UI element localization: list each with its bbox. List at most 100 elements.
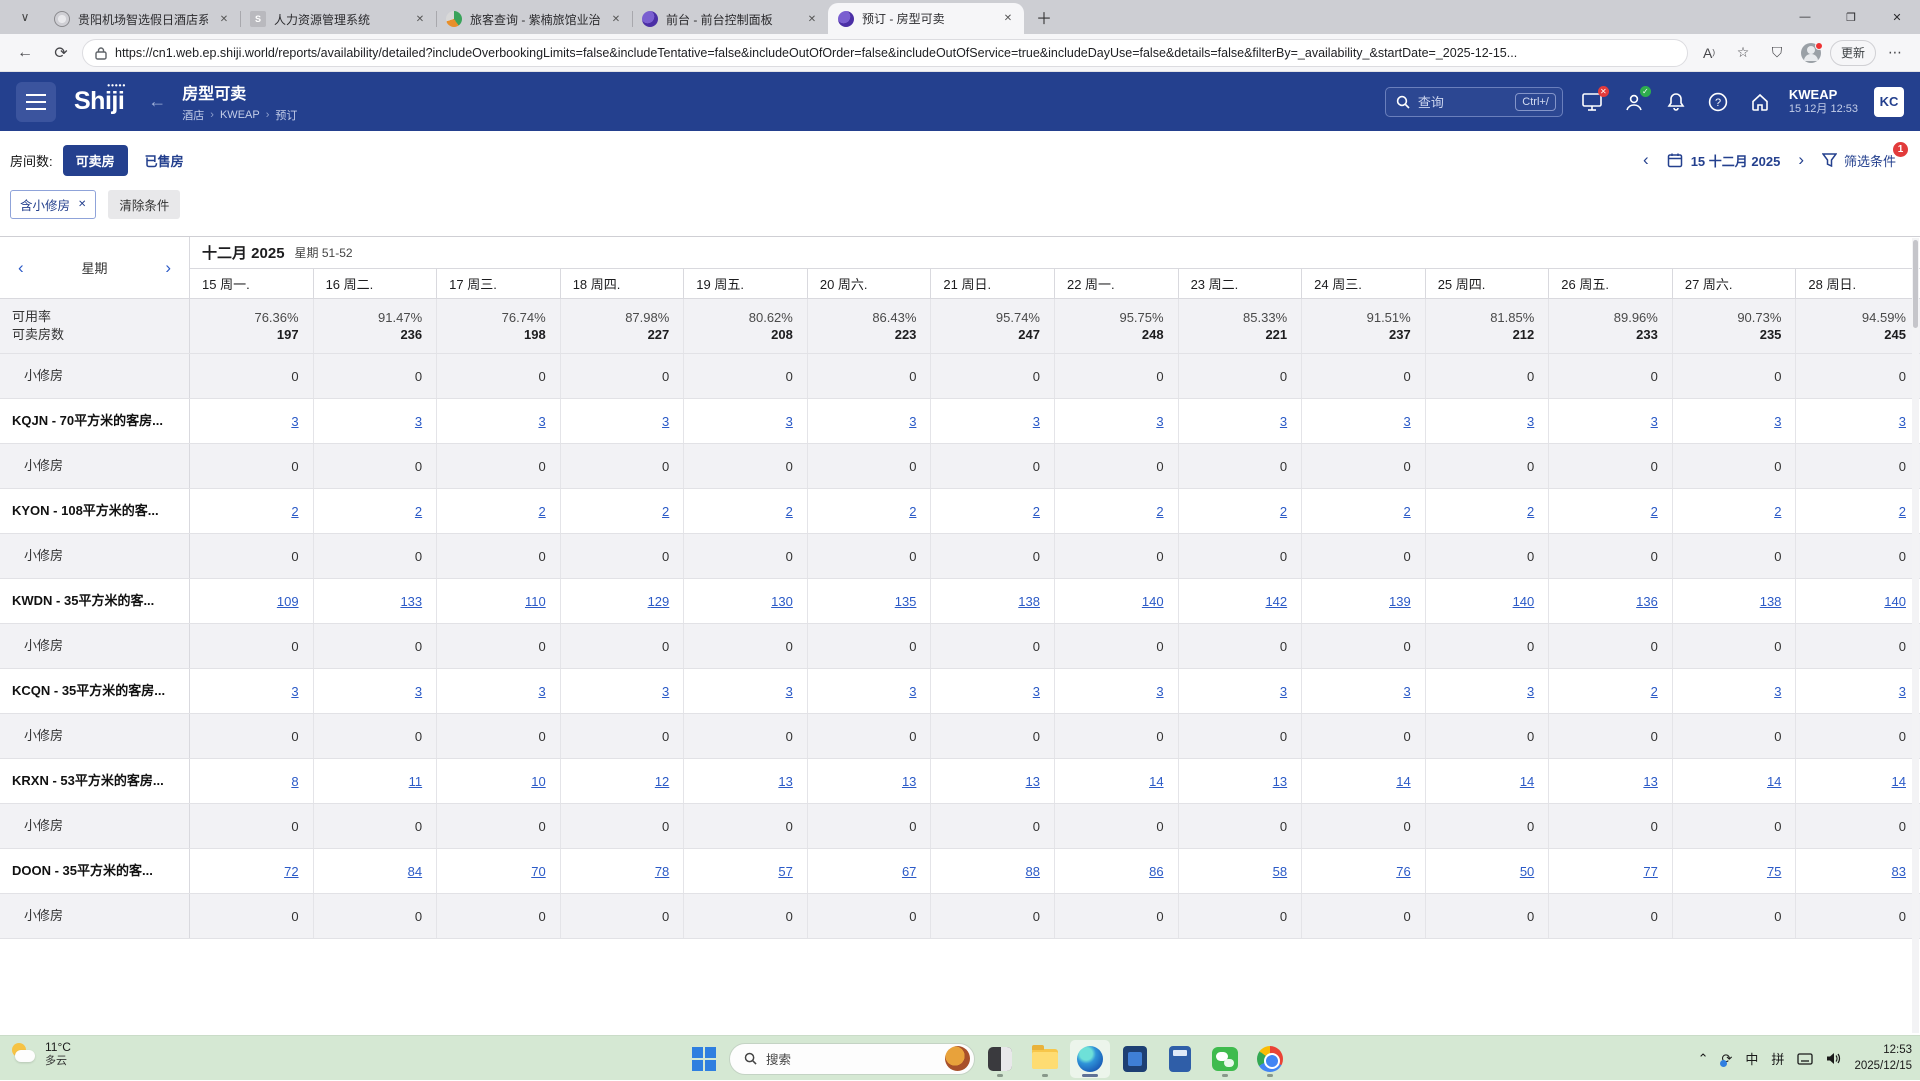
room-availability-link[interactable]: 13 [778, 774, 792, 789]
remove-chip-icon[interactable]: ✕ [78, 199, 86, 210]
tab-close-icon[interactable] [804, 11, 820, 27]
room-availability-link[interactable]: 2 [538, 504, 545, 519]
room-availability-link[interactable]: 14 [1520, 774, 1534, 789]
home-button[interactable] [1747, 89, 1773, 115]
room-availability-link[interactable]: 3 [1156, 414, 1163, 429]
room-availability-link[interactable]: 3 [786, 684, 793, 699]
browser-tab-4[interactable]: 前台 - 前台控制面板 [632, 4, 828, 34]
room-availability-link[interactable]: 136 [1636, 594, 1658, 609]
room-availability-link[interactable]: 138 [1018, 594, 1040, 609]
edge-browser-button[interactable] [1070, 1040, 1110, 1078]
cashier-session-button[interactable]: ✓ [1621, 89, 1647, 115]
browser-tab-2[interactable]: S 人力资源管理系统 [240, 4, 436, 34]
room-availability-link[interactable]: 140 [1884, 594, 1906, 609]
room-availability-link[interactable]: 3 [1156, 684, 1163, 699]
room-availability-link[interactable]: 67 [902, 864, 916, 879]
favorite-star-icon[interactable]: ☆ [1728, 39, 1758, 67]
new-tab-button[interactable]: ＋ [1030, 3, 1058, 31]
minimize-button[interactable]: — [1782, 0, 1828, 34]
room-availability-link[interactable]: 3 [1280, 414, 1287, 429]
room-availability-link[interactable]: 3 [1403, 414, 1410, 429]
room-availability-link[interactable]: 3 [538, 684, 545, 699]
clear-filters-chip[interactable]: 清除条件 [108, 190, 180, 219]
room-availability-link[interactable]: 3 [1527, 414, 1534, 429]
room-availability-link[interactable]: 84 [408, 864, 422, 879]
room-availability-link[interactable]: 77 [1643, 864, 1657, 879]
room-availability-link[interactable]: 3 [291, 414, 298, 429]
room-availability-link[interactable]: 72 [284, 864, 298, 879]
more-menu-icon[interactable]: ⋯ [1880, 39, 1910, 67]
room-availability-link[interactable]: 3 [786, 414, 793, 429]
restore-button[interactable]: ❐ [1828, 0, 1874, 34]
tab-close-icon[interactable] [608, 11, 624, 27]
next-week-chevron-icon[interactable]: › [165, 258, 171, 278]
room-availability-link[interactable]: 2 [1403, 504, 1410, 519]
room-availability-link[interactable]: 2 [1899, 504, 1906, 519]
row-label[interactable]: KCQN - 35平方米的客房... [0, 669, 190, 713]
room-availability-link[interactable]: 3 [1899, 414, 1906, 429]
address-bar[interactable]: https://cn1.web.ep.shiji.world/reports/a… [82, 39, 1688, 67]
app-store-button[interactable] [1115, 1040, 1155, 1078]
volume-icon[interactable] [1826, 1052, 1841, 1065]
tab-close-icon[interactable] [1000, 11, 1016, 27]
room-availability-link[interactable]: 3 [1899, 684, 1906, 699]
browser-tab-1[interactable]: 贵阳机场智选假日酒店系统网址与 [44, 4, 240, 34]
room-availability-link[interactable]: 2 [786, 504, 793, 519]
row-label[interactable]: KYON - 108平方米的客... [0, 489, 190, 533]
room-availability-link[interactable]: 3 [1774, 684, 1781, 699]
room-availability-link[interactable]: 3 [415, 414, 422, 429]
profile-avatar[interactable] [1796, 39, 1826, 67]
weather-widget[interactable]: 11°C 多云 [10, 1040, 71, 1069]
row-label[interactable]: KRXN - 53平方米的客房... [0, 759, 190, 803]
browser-update-button[interactable]: 更新 [1830, 40, 1876, 66]
room-availability-link[interactable]: 12 [655, 774, 669, 789]
room-availability-link[interactable]: 50 [1520, 864, 1534, 879]
room-availability-link[interactable]: 88 [1026, 864, 1040, 879]
room-availability-link[interactable]: 3 [291, 684, 298, 699]
taskbar-clock[interactable]: 12:53 2025/12/15 [1854, 1043, 1912, 1074]
room-availability-link[interactable]: 3 [909, 414, 916, 429]
room-availability-link[interactable]: 75 [1767, 864, 1781, 879]
room-availability-link[interactable]: 13 [902, 774, 916, 789]
room-availability-link[interactable]: 2 [1033, 504, 1040, 519]
help-button[interactable]: ? [1705, 89, 1731, 115]
room-availability-link[interactable]: 86 [1149, 864, 1163, 879]
room-availability-link[interactable]: 135 [895, 594, 917, 609]
room-availability-link[interactable]: 2 [291, 504, 298, 519]
vertical-scrollbar[interactable] [1912, 238, 1919, 1033]
breadcrumb-hotel[interactable]: 酒店 [182, 107, 204, 123]
room-availability-link[interactable]: 3 [662, 414, 669, 429]
room-availability-link[interactable]: 3 [1527, 684, 1534, 699]
room-availability-link[interactable]: 3 [415, 684, 422, 699]
room-availability-link[interactable]: 58 [1273, 864, 1287, 879]
main-menu-button[interactable] [16, 82, 56, 122]
room-availability-link[interactable]: 76 [1396, 864, 1410, 879]
room-availability-link[interactable]: 13 [1273, 774, 1287, 789]
page-back-icon[interactable]: ← [148, 91, 166, 112]
room-availability-link[interactable]: 14 [1892, 774, 1906, 789]
room-availability-link[interactable]: 3 [909, 684, 916, 699]
available-rooms-toggle[interactable]: 可卖房 [63, 145, 128, 176]
taskbar-search-input[interactable]: 搜索 [729, 1043, 975, 1075]
global-search-input[interactable]: 查询 Ctrl+/ [1385, 87, 1563, 117]
room-availability-link[interactable]: 2 [415, 504, 422, 519]
room-availability-link[interactable]: 2 [1651, 504, 1658, 519]
room-availability-link[interactable]: 2 [1156, 504, 1163, 519]
user-avatar[interactable]: KC [1874, 87, 1904, 117]
room-availability-link[interactable]: 83 [1892, 864, 1906, 879]
room-availability-link[interactable]: 70 [531, 864, 545, 879]
room-availability-link[interactable]: 78 [655, 864, 669, 879]
room-availability-link[interactable]: 140 [1513, 594, 1535, 609]
tab-close-icon[interactable] [412, 11, 428, 27]
row-label[interactable]: KWDN - 35平方米的客... [0, 579, 190, 623]
room-availability-link[interactable]: 142 [1265, 594, 1287, 609]
room-availability-link[interactable]: 109 [277, 594, 299, 609]
room-availability-link[interactable]: 3 [1033, 414, 1040, 429]
breadcrumb-property[interactable]: KWEAP [220, 109, 260, 121]
room-availability-link[interactable]: 8 [291, 774, 298, 789]
breadcrumb-booking[interactable]: 预订 [275, 107, 297, 123]
room-availability-link[interactable]: 57 [778, 864, 792, 879]
filter-conditions-button[interactable]: 筛选条件 1 [1822, 151, 1896, 170]
room-availability-link[interactable]: 14 [1396, 774, 1410, 789]
row-label[interactable]: KQJN - 70平方米的客房... [0, 399, 190, 443]
